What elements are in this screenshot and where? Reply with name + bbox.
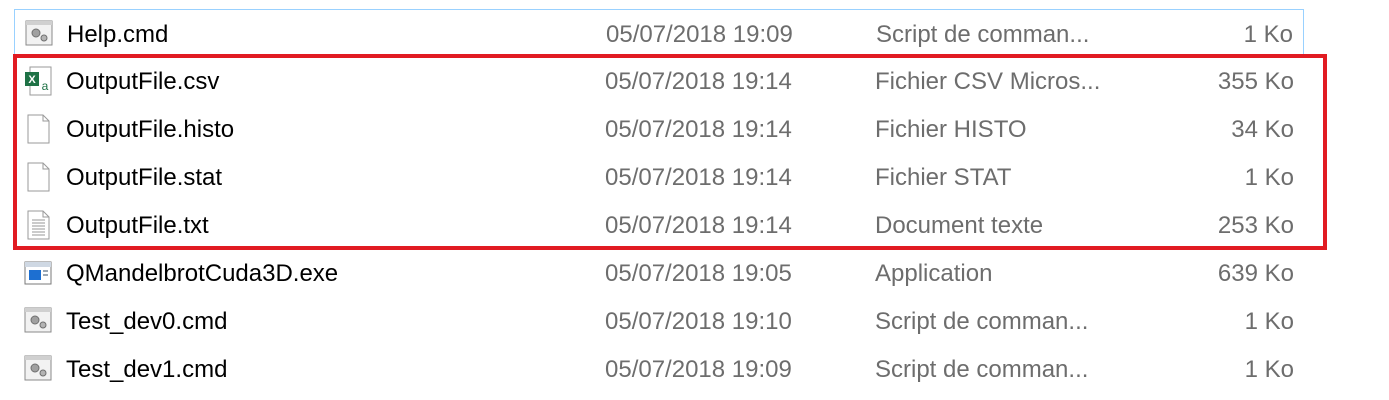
file-name: OutputFile.txt [66, 212, 209, 239]
file-name: OutputFile.csv [66, 68, 220, 95]
file-type: Application [875, 260, 993, 287]
blank-file-icon [24, 162, 52, 192]
file-size: 1 Ko [1244, 164, 1294, 191]
application-exe-icon [24, 258, 52, 288]
file-type: Script de comman... [875, 356, 1089, 383]
file-type: Fichier CSV Micros... [875, 68, 1101, 95]
file-row-qmandelbrotcuda3d-exe[interactable]: QMandelbrotCuda3D.exe 05/07/2018 19:05 A… [14, 249, 1304, 297]
svg-text:a: a [42, 79, 49, 93]
file-type: Document texte [875, 212, 1044, 239]
file-size: 355 Ko [1217, 68, 1294, 95]
file-row-outputfile-csv[interactable]: Xa OutputFile.csv 05/07/2018 19:14 Fichi… [14, 57, 1304, 105]
file-row-test-dev0-cmd[interactable]: Test_dev0.cmd 05/07/2018 19:10 Script de… [14, 297, 1304, 345]
text-document-icon [24, 210, 52, 240]
file-date: 05/07/2018 19:05 [605, 260, 792, 287]
cmd-script-icon [25, 19, 53, 49]
file-type: Fichier HISTO [875, 116, 1027, 143]
file-date: 05/07/2018 19:14 [605, 68, 792, 95]
file-date: 05/07/2018 19:14 [605, 164, 792, 191]
file-row-outputfile-stat[interactable]: OutputFile.stat 05/07/2018 19:14 Fichier… [14, 153, 1304, 201]
file-size: 253 Ko [1217, 212, 1294, 239]
file-date: 05/07/2018 19:14 [605, 212, 792, 239]
cmd-script-icon [24, 306, 52, 336]
svg-text:X: X [28, 74, 36, 86]
file-name: Test_dev1.cmd [66, 356, 228, 383]
file-row-help-cmd[interactable]: Help.cmd 05/07/2018 19:09 Script de comm… [14, 9, 1304, 57]
file-type: Fichier STAT [875, 164, 1012, 191]
file-name: QMandelbrotCuda3D.exe [66, 260, 339, 287]
file-size: 1 Ko [1244, 308, 1294, 335]
file-type: Script de comman... [876, 21, 1090, 48]
file-name: OutputFile.stat [66, 164, 223, 191]
file-name: Help.cmd [67, 21, 169, 48]
file-row-test-dev1-cmd[interactable]: Test_dev1.cmd 05/07/2018 19:09 Script de… [14, 345, 1304, 393]
excel-csv-icon: Xa [24, 66, 52, 96]
cmd-script-icon [24, 354, 52, 384]
file-date: 05/07/2018 19:09 [606, 21, 793, 48]
file-name: Test_dev0.cmd [66, 308, 228, 335]
file-size: 34 Ko [1231, 116, 1294, 143]
blank-file-icon [24, 114, 52, 144]
file-date: 05/07/2018 19:09 [605, 356, 792, 383]
file-date: 05/07/2018 19:10 [605, 308, 792, 335]
file-size: 1 Ko [1243, 21, 1293, 48]
file-size: 1 Ko [1244, 356, 1294, 383]
file-type: Script de comman... [875, 308, 1089, 335]
file-row-outputfile-txt[interactable]: OutputFile.txt 05/07/2018 19:14 Document… [14, 201, 1304, 249]
file-date: 05/07/2018 19:14 [605, 116, 792, 143]
file-name: OutputFile.histo [66, 116, 235, 143]
file-size: 639 Ko [1217, 260, 1294, 287]
file-row-outputfile-histo[interactable]: OutputFile.histo 05/07/2018 19:14 Fichie… [14, 105, 1304, 153]
